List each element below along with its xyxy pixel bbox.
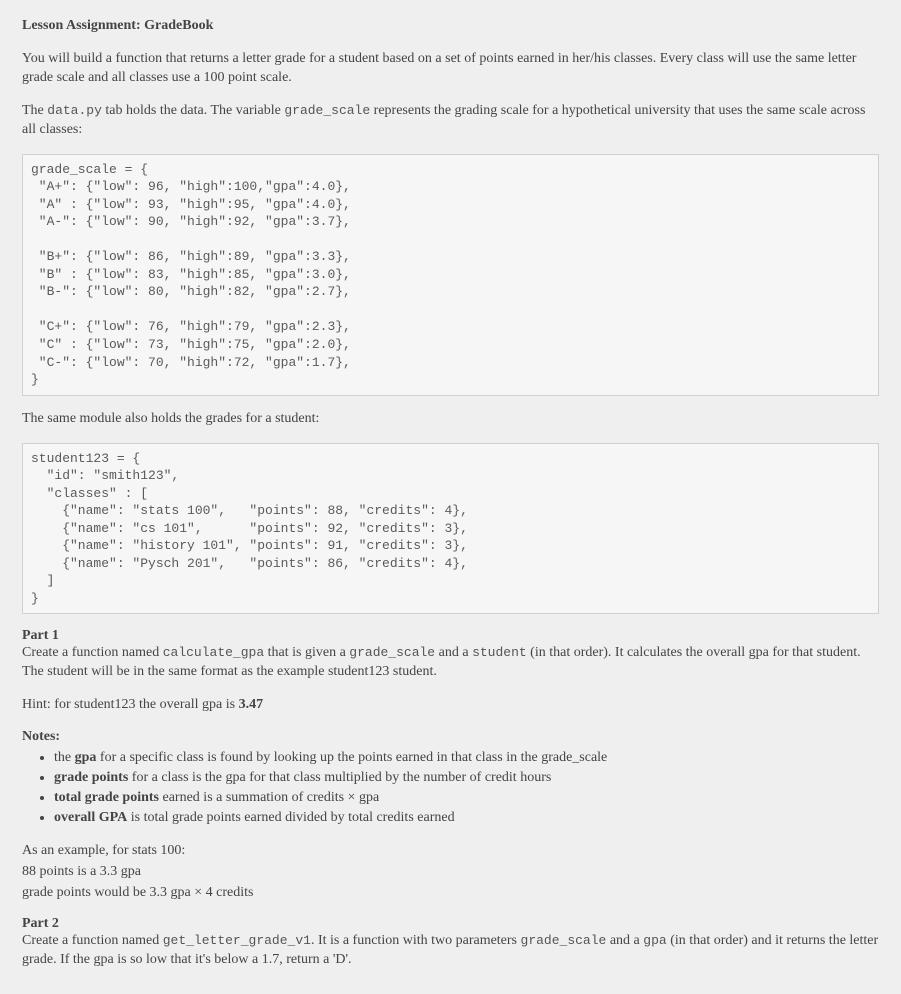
text-fragment: for a specific class is found by looking… [96, 750, 607, 765]
bold-term: total grade points [54, 790, 159, 805]
notes-list: the gpa for a specific class is found by… [22, 749, 879, 828]
list-item: grade points for a class is the gpa for … [54, 769, 879, 788]
code-inline: calculate_gpa [163, 645, 264, 660]
code-inline: grade_scale [349, 645, 435, 660]
text-fragment: for a class is the gpa for that class mu… [128, 770, 551, 785]
text-fragment: Hint: for student123 the overall gpa is [22, 697, 239, 712]
example-line-1: As an example, for stats 100: [22, 842, 879, 861]
code-inline: data.py [47, 103, 102, 118]
list-item: total grade points earned is a summation… [54, 789, 879, 808]
text-fragment: and a [435, 645, 472, 660]
text-fragment: . It is a function with two parameters [311, 933, 521, 948]
intro-paragraph-2: The data.py tab holds the data. The vari… [22, 102, 879, 140]
text-fragment: earned is a summation of credits × gpa [159, 790, 379, 805]
lesson-title: Lesson Assignment: GradeBook [22, 18, 879, 34]
code-block-student: student123 = { "id": "smith123", "classe… [22, 443, 879, 615]
text-fragment: that is given a [264, 645, 349, 660]
hint-paragraph: Hint: for student123 the overall gpa is … [22, 696, 879, 715]
bold-term: grade points [54, 770, 128, 785]
list-item: overall GPA is total grade points earned… [54, 809, 879, 828]
code-block-grade-scale: grade_scale = { "A+": {"low": 96, "high"… [22, 154, 879, 396]
example-line-2: 88 points is a 3.3 gpa [22, 863, 879, 882]
bold-term: gpa [75, 750, 97, 765]
assignment-document: Lesson Assignment: GradeBook You will bu… [0, 0, 901, 994]
bold-term: overall GPA [54, 810, 127, 825]
text-fragment: The [22, 103, 47, 118]
intro-paragraph-1: You will build a function that returns a… [22, 50, 879, 88]
text-fragment: tab holds the data. The variable [102, 103, 284, 118]
text-fragment: the [54, 750, 75, 765]
text-fragment: and a [606, 933, 643, 948]
notes-heading: Notes: [22, 729, 879, 745]
mid-paragraph: The same module also holds the grades fo… [22, 410, 879, 429]
code-inline: grade_scale [284, 103, 370, 118]
part2-paragraph: Create a function named get_letter_grade… [22, 932, 879, 970]
part1-paragraph: Create a function named calculate_gpa th… [22, 644, 879, 682]
text-fragment: Create a function named [22, 933, 163, 948]
code-inline: get_letter_grade_v1 [163, 933, 311, 948]
list-item: the gpa for a specific class is found by… [54, 749, 879, 768]
text-fragment: Create a function named [22, 645, 163, 660]
code-inline: gpa [643, 933, 666, 948]
example-line-3: grade points would be 3.3 gpa × 4 credit… [22, 884, 879, 903]
part2-heading: Part 2 [22, 916, 879, 932]
code-inline: grade_scale [521, 933, 607, 948]
part1-heading: Part 1 [22, 628, 879, 644]
code-inline: student [472, 645, 527, 660]
text-fragment: is total grade points earned divided by … [127, 810, 454, 825]
hint-value: 3.47 [239, 697, 264, 712]
